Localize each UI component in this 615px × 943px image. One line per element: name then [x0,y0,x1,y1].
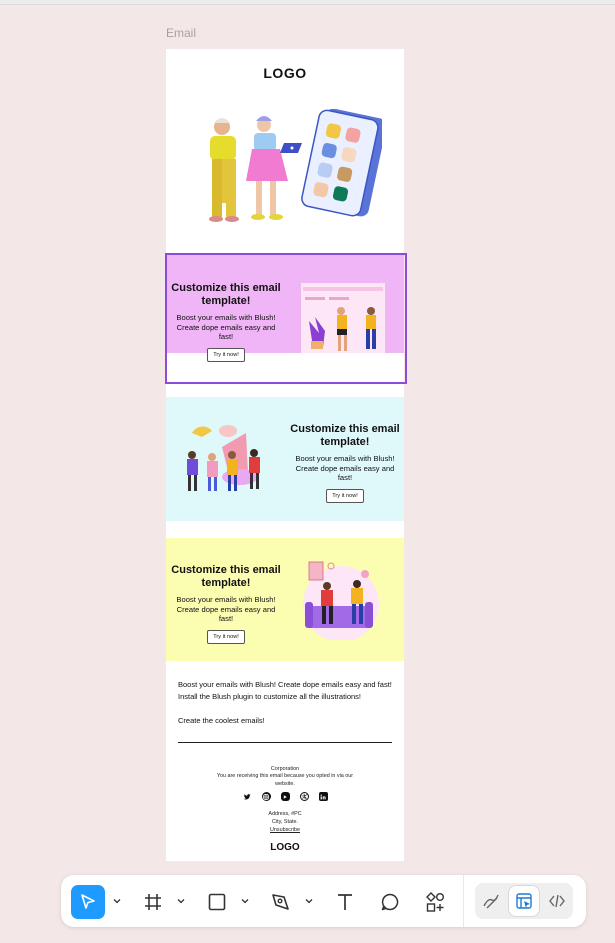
block-1-headline: Customize this email template! [171,282,281,307]
frame-icon [145,894,161,910]
linkedin-icon[interactable] [318,792,328,801]
block-2-body: Boost your emails with Blush! Create dop… [295,454,395,482]
move-tool-button[interactable] [71,885,105,919]
chevron-down-icon [241,899,249,904]
pen-tool-button[interactable] [264,885,298,919]
email-block-1[interactable]: Customize this email template! Boost you… [166,255,404,362]
block-1-body: Boost your emails with Blush! Create dop… [176,313,276,341]
block-1-text: Customize this email template! Boost you… [171,282,281,362]
dribbble-icon[interactable] [299,792,309,801]
footer-notice: You are receiving this email because you… [216,773,354,787]
unsubscribe-link[interactable]: Unsubscribe [166,827,404,835]
code-icon [549,894,565,908]
instagram-icon[interactable] [261,792,271,801]
body-paragraph-2: Create the coolest emails! [178,716,265,725]
design-mode-icon [516,893,532,909]
email-block-2[interactable]: Customize this email template! Boost you… [166,397,404,521]
body-paragraph-1: Boost your emails with Blush! Create dop… [178,680,392,701]
actions-tool-button[interactable] [418,885,452,919]
chevron-down-icon [177,899,185,904]
email-block-3[interactable]: Customize this email template! Boost you… [166,538,404,661]
email-logo-bottom: LOGO [270,842,300,853]
cursor-icon [81,894,95,909]
comment-icon [381,893,399,911]
twitter-icon[interactable] [243,792,252,801]
block-2-illustration [187,425,260,491]
block-3-try-button[interactable]: Try it now! [207,629,245,644]
draw-icon [483,894,499,909]
block-3-body: Boost your emails with Blush! Create dop… [176,595,276,623]
frame-tool-dropdown[interactable] [176,894,186,908]
block-1-try-button[interactable]: Try it now! [207,347,245,362]
email-frame[interactable]: LOGO Customize this email template! Boos… [166,49,404,861]
youtube-icon[interactable] [280,792,290,801]
hero-illustration [209,109,382,222]
block-3-headline: Customize this email template! [171,564,281,589]
draw-mode-button[interactable] [476,886,506,916]
rectangle-icon [208,893,226,911]
block-1-illustration [301,283,385,353]
block-2-text: Customize this email template! Boost you… [290,423,400,503]
text-icon [338,894,352,910]
email-logo-top: LOGO [263,65,307,81]
pen-icon [272,894,289,910]
block-3-text: Customize this email template! Boost you… [171,564,281,644]
move-tool-dropdown[interactable] [112,894,122,908]
bottom-toolbar [61,875,586,927]
footer-address-2: City, State. [272,819,298,825]
dev-mode-button[interactable] [542,886,572,916]
footer-address-1: Address, #PC [268,811,302,817]
chevron-down-icon [113,899,121,904]
frame-tool-button[interactable] [136,885,170,919]
chevron-down-icon [305,899,313,904]
rectangle-tool-button[interactable] [200,885,234,919]
rectangle-tool-dropdown[interactable] [240,894,250,908]
text-tool-button[interactable] [328,885,362,919]
divider [178,742,392,743]
comment-tool-button[interactable] [373,885,407,919]
block-2-headline: Customize this email template! [290,423,400,448]
block-3-illustration [303,561,379,640]
social-icons [166,792,404,801]
block-2-try-button[interactable]: Try it now! [326,488,364,503]
frame-label[interactable]: Email [166,26,196,40]
actions-icon [426,892,444,912]
toolbar-separator [463,875,464,927]
design-mode-button[interactable] [509,886,539,916]
pen-tool-dropdown[interactable] [304,894,314,908]
top-border [0,0,615,5]
